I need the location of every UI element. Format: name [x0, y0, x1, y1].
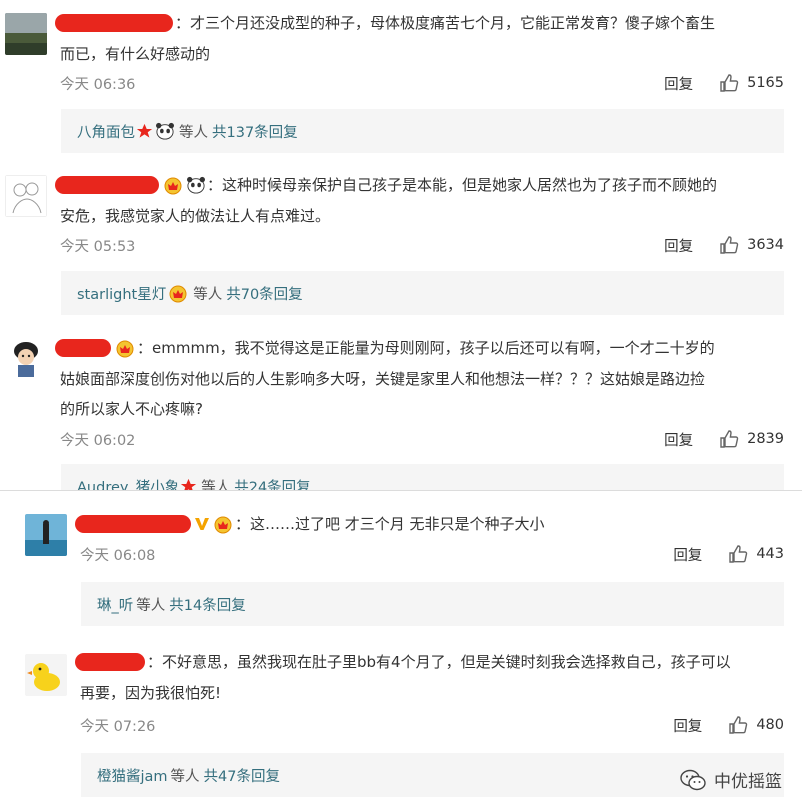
- reply-button[interactable]: 回复: [664, 235, 693, 256]
- vip-crown-icon: [114, 338, 136, 358]
- screenshot-panel-top: ：才三个月还没成型的种子，母体极度痛苦七个月，它能正常发育？傻子嫁个畜生 而已，…: [0, 0, 802, 491]
- comment-time: 今天 07:26: [80, 718, 156, 735]
- verified-v-icon: [194, 516, 210, 532]
- redacted-username[interactable]: [55, 339, 111, 357]
- like-count: 3634: [747, 237, 784, 253]
- star-icon: [136, 123, 153, 140]
- like-count: 443: [756, 546, 784, 562]
- comment-text-continued: 再要，因为我很怕死!: [80, 684, 222, 702]
- avatar[interactable]: [5, 13, 47, 55]
- reply-button[interactable]: 回复: [664, 73, 693, 94]
- comment-text: ：emmmm，我不觉得这是正能量为母则刚阿，孩子以后还可以有啊，一个才二十岁的: [137, 339, 715, 357]
- reply-count-link[interactable]: 共14条回复: [169, 594, 245, 615]
- comment-time: 今天 05:53: [60, 238, 136, 255]
- like-button[interactable]: 5165: [719, 73, 784, 93]
- reply-button[interactable]: 回复: [673, 715, 702, 736]
- thumbs-up-icon: [729, 716, 748, 734]
- vip-crown-icon: [162, 175, 184, 195]
- thumbs-up-icon: [720, 430, 739, 448]
- star-icon: [180, 478, 197, 491]
- comment-time: 今天 06:02: [60, 432, 136, 449]
- thumbs-up-icon: [729, 545, 748, 563]
- replies-summary[interactable]: 橙猫酱jam 等人 共47条回复: [81, 753, 784, 797]
- reply-users[interactable]: 八角面包: [77, 121, 135, 142]
- like-count: 480: [756, 717, 784, 733]
- reply-users[interactable]: 橙猫酱jam: [97, 765, 168, 786]
- reply-users-suffix: 等人: [136, 597, 166, 614]
- thumbs-up-icon: [720, 236, 739, 254]
- watermark-text: 中优摇篮: [714, 772, 782, 792]
- replies-summary[interactable]: starlight星灯 等人 共70条回复: [61, 271, 784, 315]
- comment-text-continued: 的所以家人不心疼嘛?: [60, 400, 203, 418]
- reply-users-suffix: 等人: [170, 768, 200, 785]
- redacted-username[interactable]: [75, 653, 145, 671]
- replies-summary[interactable]: 琳_听 等人 共14条回复: [81, 582, 784, 626]
- reply-button[interactable]: 回复: [673, 544, 702, 565]
- comment-text: ：这种时候母亲保护自己孩子是本能，但是她家人居然也为了孩子而不顾她的: [207, 176, 718, 194]
- reply-users-suffix: 等人: [179, 124, 208, 141]
- reply-count-link[interactable]: 共24条回复: [234, 476, 310, 492]
- like-button[interactable]: 443: [728, 544, 784, 564]
- reply-count-link[interactable]: 共47条回复: [204, 765, 280, 786]
- avatar[interactable]: [5, 337, 47, 379]
- reply-users[interactable]: starlight星灯: [77, 283, 166, 304]
- like-count: 2839: [747, 431, 784, 447]
- comment-time: 今天 06:08: [80, 547, 156, 564]
- avatar[interactable]: [5, 175, 47, 217]
- redacted-username[interactable]: [55, 14, 173, 32]
- thumbs-up-icon: [720, 74, 739, 92]
- replies-summary[interactable]: Audrey_猪小象 等人 共24条回复: [61, 464, 784, 491]
- replies-summary[interactable]: 八角面包 等人 共137条回复: [61, 109, 784, 153]
- avatar[interactable]: [25, 654, 67, 696]
- panda-icon: [155, 122, 175, 140]
- avatar[interactable]: [25, 514, 67, 556]
- screenshot-panel-bottom: ：这……过了吧 才三个月 无非只是个种子大小 今天 06:08 回复 443 琳…: [0, 491, 802, 810]
- comment-text-continued: 姑娘面部深度创伤对他以后的人生影响多大呀，关键是家里人和他想法一样？？？这姑娘是…: [60, 370, 706, 388]
- like-count: 5165: [747, 75, 784, 91]
- redacted-username[interactable]: [55, 176, 159, 194]
- comment-text: ：这……过了吧 才三个月 无非只是个种子大小: [235, 515, 545, 533]
- panda-icon: [186, 176, 206, 194]
- comment-time: 今天 06:36: [60, 76, 136, 93]
- reply-users[interactable]: 琳_听: [97, 594, 133, 615]
- reply-users[interactable]: Audrey_猪小象: [77, 476, 179, 492]
- comment-text: ：不好意思，虽然我现在肚子里bb有4个月了，但是关键时刻我会选择救自己，孩子可以: [147, 653, 731, 671]
- reply-count-link[interactable]: 共137条回复: [212, 121, 298, 142]
- comment-text-continued: 安危，我感觉家人的做法让人有点难过。: [60, 207, 331, 225]
- reply-users-suffix: 等人: [201, 479, 231, 492]
- comment-text: ：才三个月还没成型的种子，母体极度痛苦七个月，它能正常发育？傻子嫁个畜生: [175, 14, 716, 32]
- like-button[interactable]: 2839: [719, 429, 784, 449]
- wechat-icon: [680, 769, 706, 790]
- vip-crown-icon: [212, 514, 234, 534]
- vip-crown-icon: [167, 283, 189, 303]
- redacted-username[interactable]: [75, 515, 191, 533]
- reply-button[interactable]: 回复: [664, 429, 693, 450]
- reply-count-link[interactable]: 共70条回复: [226, 283, 302, 304]
- comment-text-continued: 而已，有什么好感动的: [60, 45, 211, 63]
- like-button[interactable]: 480: [728, 715, 784, 735]
- reply-users-suffix: 等人: [193, 286, 223, 303]
- like-button[interactable]: 3634: [719, 235, 784, 255]
- watermark: 中优摇篮: [680, 767, 782, 792]
